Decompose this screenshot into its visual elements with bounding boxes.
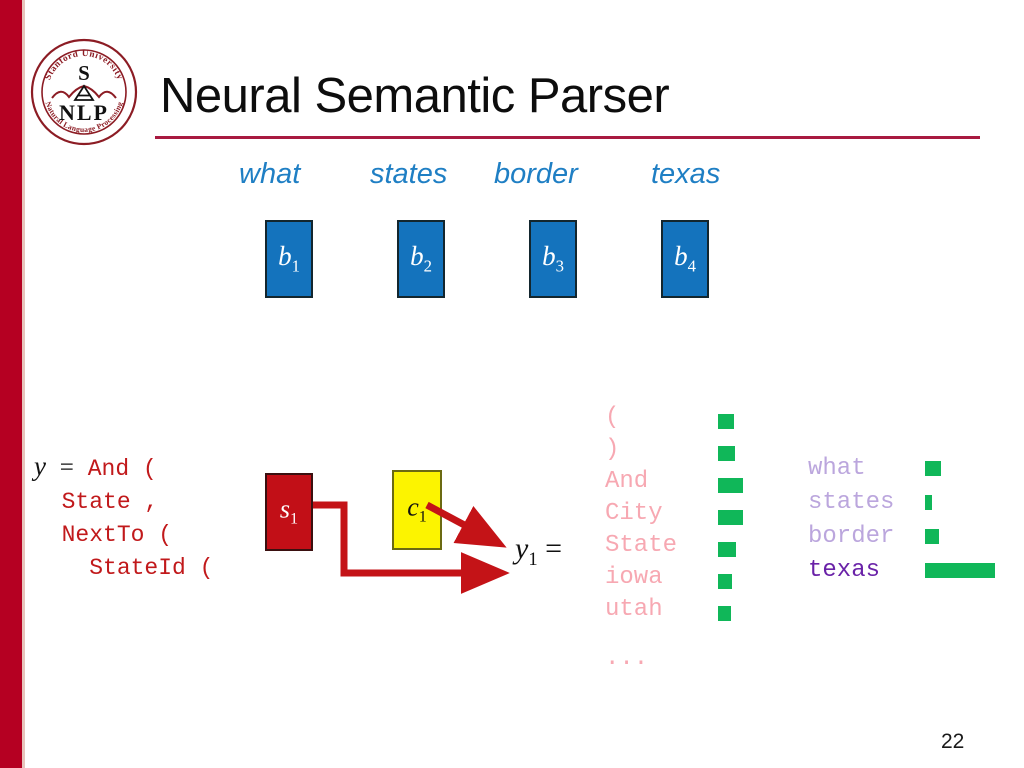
- input-word-texas: texas: [651, 158, 721, 190]
- left-accent-stripe-edge: [22, 0, 25, 768]
- encoder-box-b2-label: b2: [410, 240, 432, 276]
- stanford-nlp-logo: Stanford University Natural Language Pro…: [28, 36, 140, 148]
- decoder-connector-arrows: [313, 501, 510, 594]
- svg-text:S: S: [78, 61, 90, 85]
- encoder-box-b3: b3: [529, 220, 577, 298]
- vocab-token-iowa: iowa: [605, 564, 663, 591]
- encoder-box-b2: b2: [397, 220, 445, 298]
- vocab-bar-city: [718, 510, 743, 525]
- vocab-token-state: State: [605, 532, 678, 559]
- vocab-ellipsis: ...: [605, 645, 649, 672]
- slide-canvas: Stanford University Natural Language Pro…: [0, 0, 1024, 768]
- vocab-bar-paren-close: [718, 446, 735, 461]
- vocab-bar-paren-open: [718, 414, 734, 429]
- state-to-output-arrow: [313, 501, 510, 594]
- vocab-token-utah: utah: [605, 596, 663, 623]
- logical-form-equals: =: [59, 454, 74, 481]
- attention-word-what: what: [808, 455, 866, 482]
- logical-form-line-2: State ,: [34, 489, 159, 515]
- vocab-token-paren-close: ): [605, 436, 620, 463]
- svg-text:NLP: NLP: [59, 100, 109, 125]
- encoder-box-b4: b4: [661, 220, 709, 298]
- vocab-token-paren-open: (: [605, 404, 620, 431]
- page-title: Neural Semantic Parser: [160, 69, 670, 123]
- decoder-output-label: y1 =: [515, 532, 563, 570]
- attention-bar-what: [925, 461, 941, 476]
- vocab-bar-utah: [718, 606, 731, 621]
- vocab-bar-iowa: [718, 574, 732, 589]
- attention-bar-texas: [925, 563, 995, 578]
- logical-form-line-4: StateId (: [34, 555, 214, 581]
- encoder-box-b1-label: b1: [278, 240, 300, 276]
- input-word-what: what: [239, 158, 301, 190]
- vocab-bar-and: [718, 478, 743, 493]
- attention-bar-states: [925, 495, 932, 510]
- attention-word-texas: texas: [808, 557, 881, 584]
- context-to-output-arrow: [425, 501, 507, 548]
- title-underline: [155, 136, 980, 139]
- attention-word-states: states: [808, 489, 895, 516]
- logical-form-variable: y: [34, 451, 46, 481]
- encoder-box-b3-label: b3: [542, 240, 564, 276]
- logical-form-code: y = And ( State , NextTo ( StateId (: [34, 450, 213, 585]
- vocab-token-city: City: [605, 500, 663, 527]
- attention-word-border: border: [808, 523, 895, 550]
- encoder-box-b4-label: b4: [674, 240, 696, 276]
- left-accent-stripe: [0, 0, 22, 768]
- vocab-token-and: And: [605, 468, 649, 495]
- input-word-states: states: [370, 158, 448, 190]
- vocab-bar-state: [718, 542, 736, 557]
- encoder-box-b1: b1: [265, 220, 313, 298]
- logical-form-line-1: And (: [87, 456, 157, 482]
- page-number: 22: [941, 730, 965, 753]
- attention-bar-border: [925, 529, 939, 544]
- logical-form-line-3: NextTo (: [34, 522, 173, 548]
- input-word-border: border: [494, 158, 578, 190]
